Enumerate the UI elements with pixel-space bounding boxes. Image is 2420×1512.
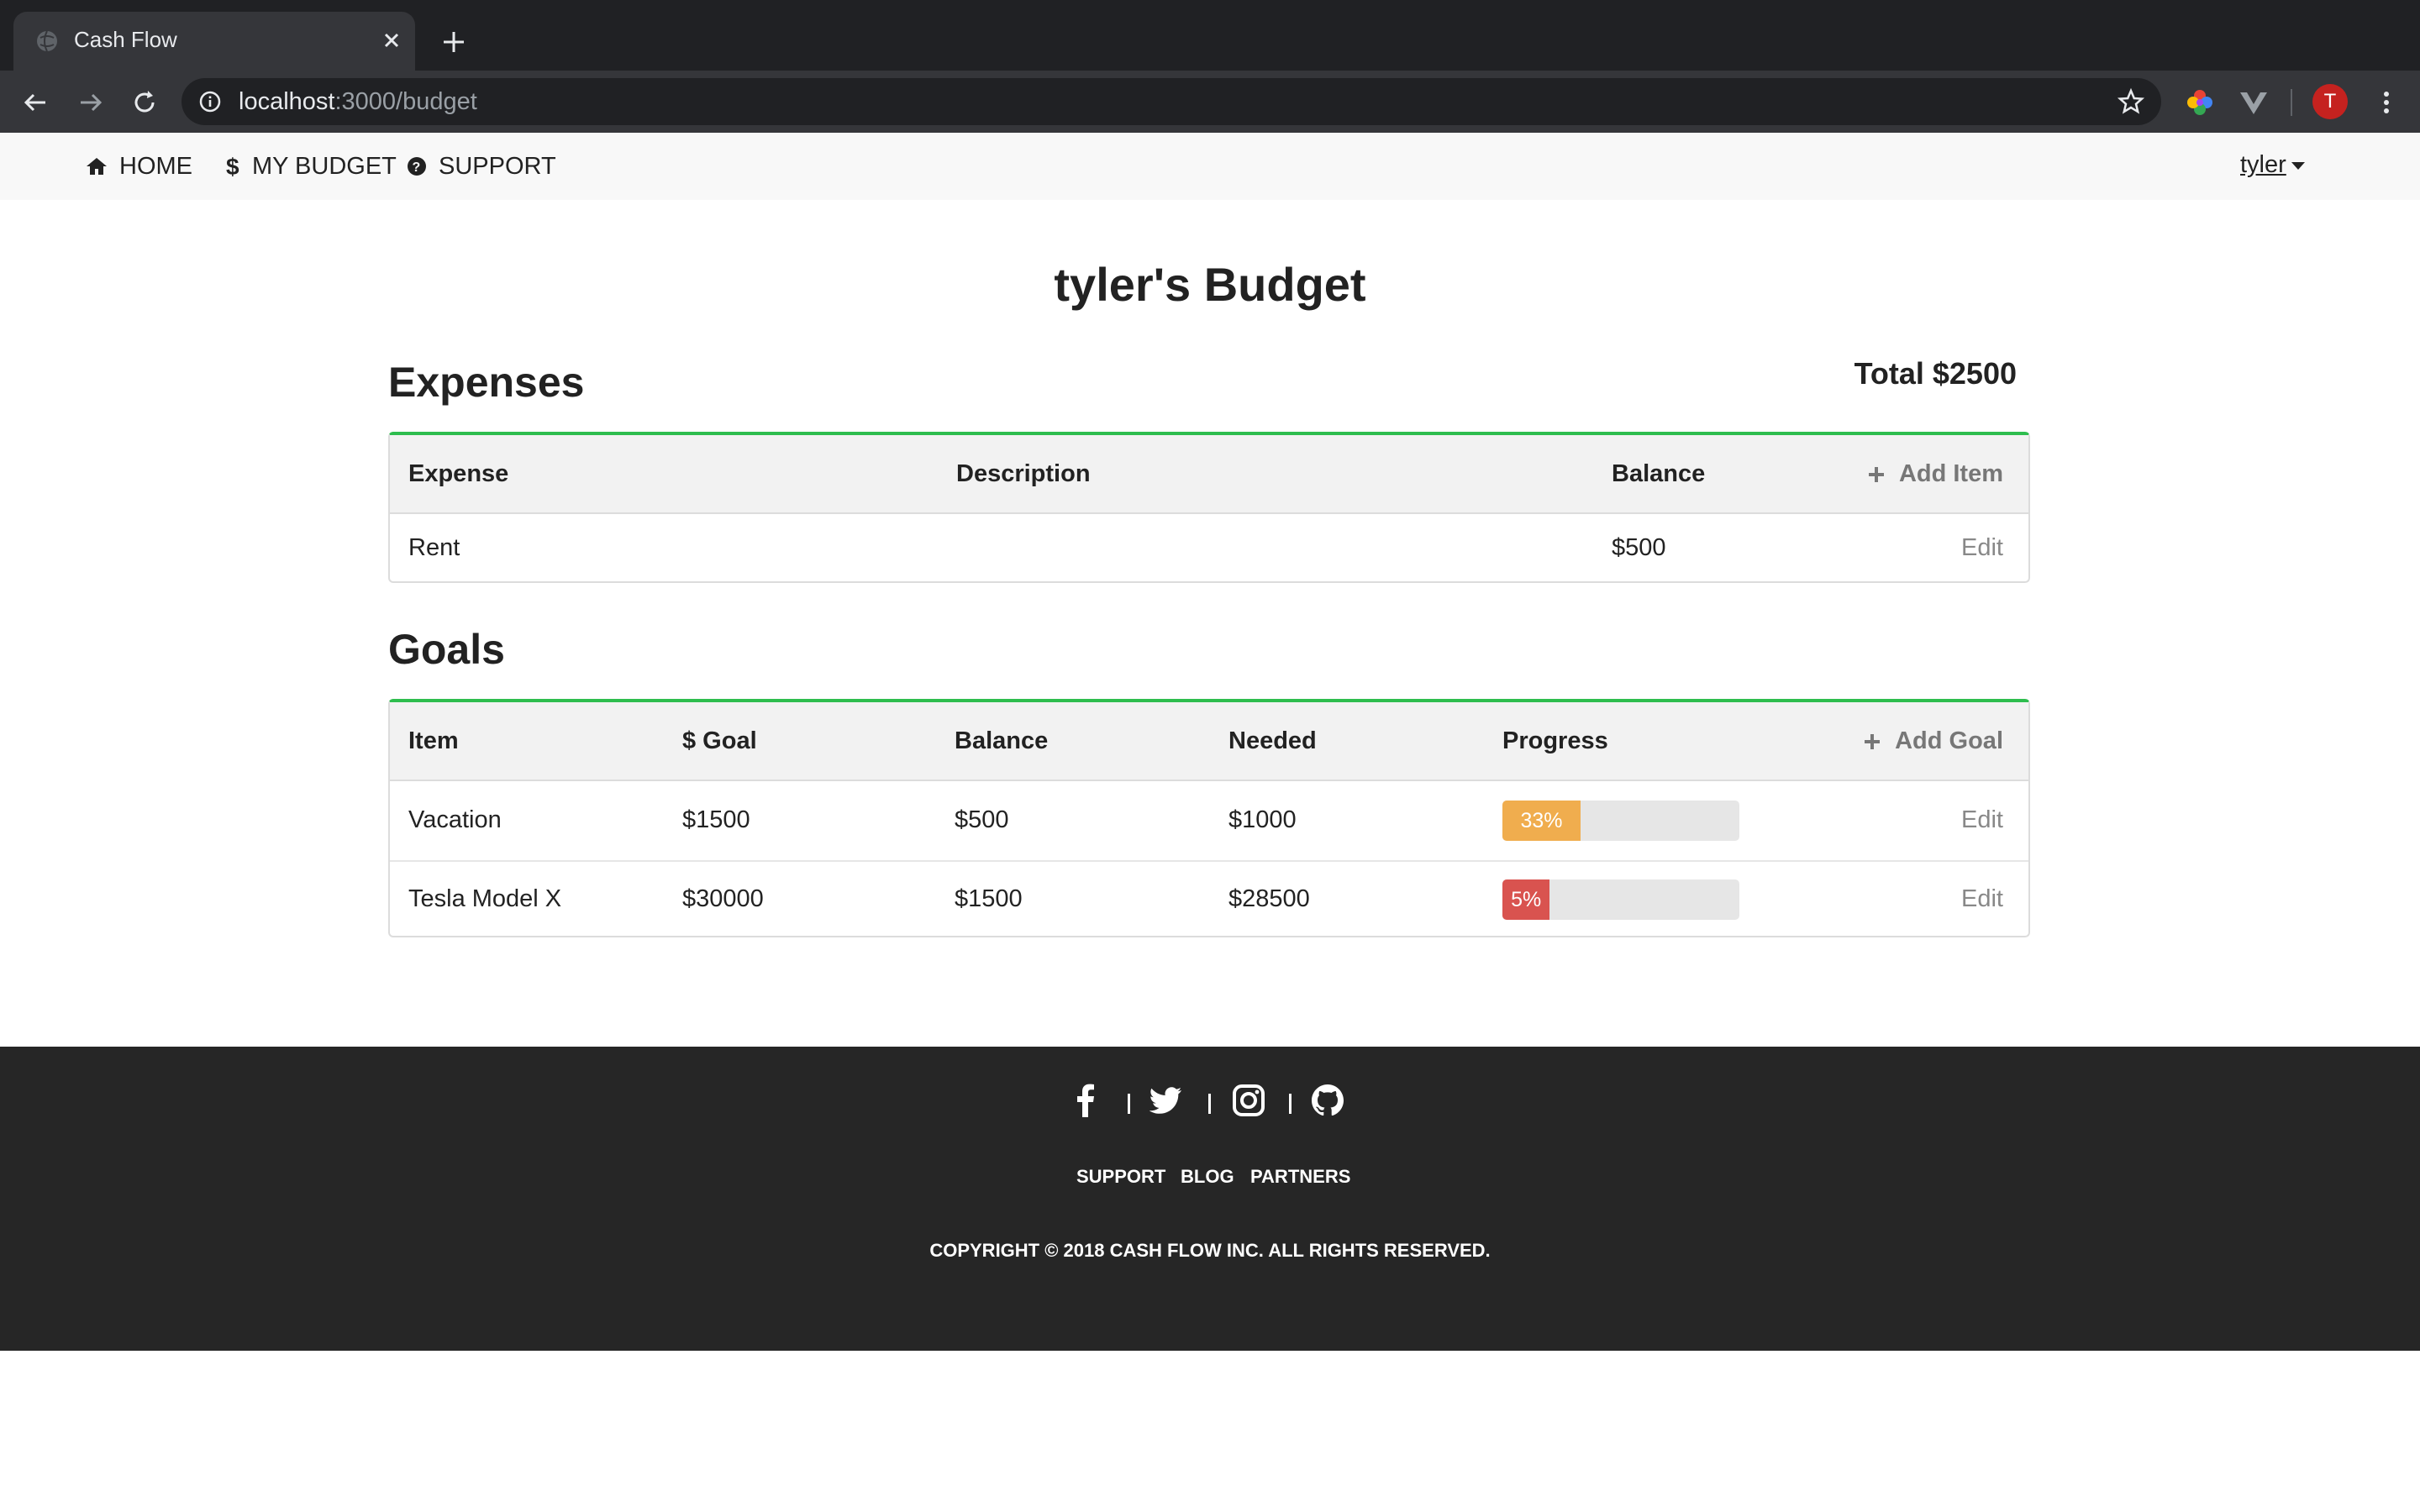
expenses-title: Expenses xyxy=(388,359,585,406)
address-bar[interactable]: localhost:3000/budget xyxy=(182,78,2161,125)
bookmark-star-icon[interactable] xyxy=(2116,87,2146,117)
profile-avatar[interactable]: T xyxy=(2312,84,2348,119)
col-progress: Progress xyxy=(1502,727,1608,754)
dollar-icon: $ xyxy=(226,154,239,179)
footer-divider xyxy=(1128,1094,1130,1114)
progress-bar: 5% xyxy=(1502,879,1739,920)
progress-bar: 33% xyxy=(1502,801,1739,841)
user-name: tyler xyxy=(2240,151,2286,178)
user-dropdown[interactable]: tyler xyxy=(2240,151,2305,179)
col-expense: Expense xyxy=(408,460,509,487)
svg-text:$: $ xyxy=(226,154,239,179)
github-icon[interactable] xyxy=(1309,1082,1346,1119)
edit-link[interactable]: Edit xyxy=(1961,534,2003,562)
goals-table: Item $ Goal Balance Needed Progress Add … xyxy=(388,699,2030,937)
new-tab-icon[interactable] xyxy=(437,25,471,59)
goal-item: Vacation xyxy=(408,806,502,833)
footer-link-blog[interactable]: BLOG xyxy=(1181,1166,1234,1188)
toolbar-separator xyxy=(2291,89,2292,116)
progress-fill: 33% xyxy=(1502,801,1581,841)
col-balance: Balance xyxy=(1612,460,1706,487)
col-goal: $ Goal xyxy=(682,727,757,754)
goal-needed: $28500 xyxy=(1228,885,1310,912)
app-navbar: HOME $ MY BUDGET ? SUPPORT tyler xyxy=(0,133,2420,200)
reload-icon[interactable] xyxy=(128,86,161,119)
goal-amount: $1500 xyxy=(682,806,750,833)
add-item-label: Add Item xyxy=(1898,460,2003,487)
col-balance: Balance xyxy=(955,727,1049,754)
expense-name: Rent xyxy=(408,534,460,561)
back-arrow-icon[interactable] xyxy=(18,86,52,119)
page-title: tyler's Budget xyxy=(1054,258,1366,311)
twitter-icon[interactable] xyxy=(1148,1082,1185,1119)
table-row: Rent $500 Edit xyxy=(390,514,2028,583)
plus-icon xyxy=(1865,733,1881,749)
goal-amount: $30000 xyxy=(682,885,764,912)
globe-icon xyxy=(37,30,57,52)
nav-home-label: HOME xyxy=(119,152,192,180)
vue-devtools-icon[interactable] xyxy=(2237,86,2270,119)
footer-link-support[interactable]: SUPPORT xyxy=(1076,1166,1165,1188)
footer-divider xyxy=(1289,1094,1292,1114)
goals-header-row: Item $ Goal Balance Needed Progress Add … xyxy=(390,702,2028,781)
nav-my-budget[interactable]: $ MY BUDGET xyxy=(225,151,397,181)
question-circle-icon: ? xyxy=(408,157,426,176)
col-item: Item xyxy=(408,727,459,754)
color-picker-extension-icon[interactable] xyxy=(2183,86,2217,119)
add-goal-label: Add Goal xyxy=(1895,727,2003,754)
goal-balance: $1500 xyxy=(955,885,1023,912)
footer: SUPPORT BLOG PARTNERS COPYRIGHT © 2018 C… xyxy=(0,1047,2420,1351)
goals-title: Goals xyxy=(388,626,505,673)
instagram-icon[interactable] xyxy=(1230,1082,1267,1119)
caret-down-icon xyxy=(2291,161,2305,170)
col-description: Description xyxy=(956,460,1091,487)
table-row: Vacation $1500 $500 $1000 33% Edit xyxy=(390,781,2028,860)
edit-link[interactable]: Edit xyxy=(1961,885,2003,913)
nav-support-label: SUPPORT xyxy=(439,152,556,180)
expenses-total: Total $2500 xyxy=(1854,356,2017,391)
browser-tabstrip: Cash Flow xyxy=(0,0,2420,71)
footer-divider xyxy=(1208,1094,1211,1114)
forward-arrow-icon[interactable] xyxy=(74,86,108,119)
edit-link[interactable]: Edit xyxy=(1961,806,2003,834)
tab-title: Cash Flow xyxy=(74,27,177,52)
browser-tab[interactable]: Cash Flow xyxy=(13,12,415,71)
browser-toolbar: localhost:3000/budget T xyxy=(0,71,2420,133)
progress-fill: 5% xyxy=(1502,879,1550,920)
more-vert-icon[interactable] xyxy=(2370,86,2403,119)
goal-needed: $1000 xyxy=(1228,806,1297,833)
table-row: Tesla Model X $30000 $1500 $28500 5% Edi… xyxy=(390,860,2028,939)
plus-icon xyxy=(1868,466,1884,482)
goal-balance: $500 xyxy=(955,806,1009,833)
expenses-table: Expense Description Balance Add Item Ren… xyxy=(388,432,2030,583)
add-item-button[interactable]: Add Item xyxy=(1867,460,2003,488)
nav-home[interactable]: HOME xyxy=(86,151,192,181)
facebook-icon[interactable] xyxy=(1067,1082,1104,1119)
url-text: localhost:3000/budget xyxy=(239,88,477,115)
copyright-text: COPYRIGHT © 2018 CASH FLOW INC. ALL RIGH… xyxy=(929,1240,1491,1261)
goal-item: Tesla Model X xyxy=(408,885,562,912)
col-needed: Needed xyxy=(1228,727,1317,754)
expense-balance: $500 xyxy=(1612,534,1666,561)
add-goal-button[interactable]: Add Goal xyxy=(1863,727,2003,755)
close-icon[interactable] xyxy=(376,25,407,55)
expenses-header-row: Expense Description Balance Add Item xyxy=(390,435,2028,514)
svg-text:?: ? xyxy=(413,160,421,175)
footer-link-partners[interactable]: PARTNERS xyxy=(1250,1166,1350,1188)
nav-my-budget-label: MY BUDGET xyxy=(252,152,397,180)
info-icon[interactable] xyxy=(198,90,222,113)
home-icon xyxy=(87,158,107,175)
nav-support[interactable]: ? SUPPORT xyxy=(407,151,556,181)
